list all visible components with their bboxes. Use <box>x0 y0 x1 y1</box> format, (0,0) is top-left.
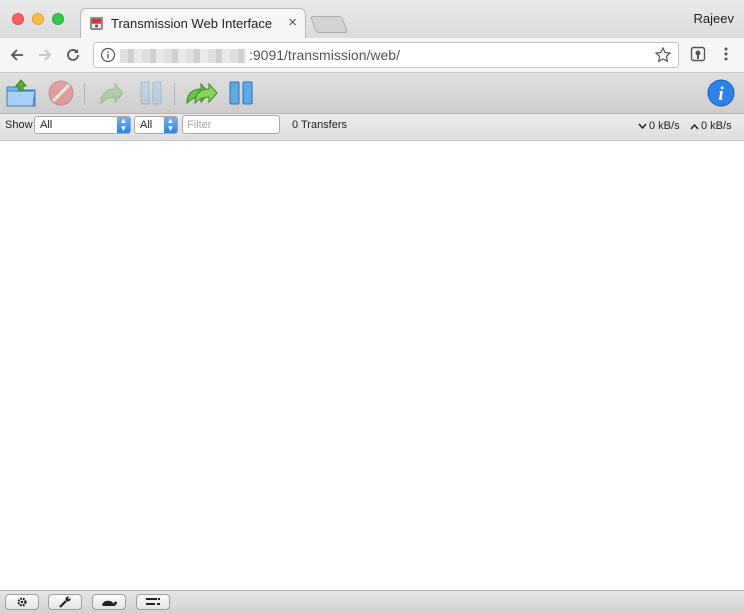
select-arrows-icon: ▲ ▼ <box>117 117 130 133</box>
show-label: Show <box>5 119 33 131</box>
transfers-count: 0 Transfers <box>292 119 348 131</box>
resume-button[interactable] <box>94 77 128 109</box>
filter-input[interactable] <box>182 115 280 134</box>
turtle-speed-button[interactable] <box>92 594 126 610</box>
upload-speed-value: 0 kB/s <box>701 120 732 132</box>
info-circle-icon: i <box>707 79 735 107</box>
toolbar-separator <box>84 83 85 105</box>
inspector-button[interactable]: i <box>704 77 738 109</box>
obscured-host <box>120 49 246 63</box>
tab-title: Transmission Web Interface <box>111 16 273 31</box>
reload-icon <box>67 49 79 61</box>
settings-button[interactable] <box>5 594 39 610</box>
forward-arrow-icon <box>39 49 52 61</box>
state-filter-value: All <box>40 119 53 131</box>
wrench-icon <box>59 596 71 608</box>
state-filter-select[interactable]: All ▲ ▼ <box>34 116 131 134</box>
info-icon[interactable] <box>100 47 116 63</box>
select-arrows-icon: ▲ ▼ <box>164 117 177 133</box>
tracker-filter-value: All <box>140 119 153 131</box>
turtle-icon <box>102 600 117 606</box>
compact-view-button[interactable] <box>136 594 170 610</box>
pause-button[interactable] <box>134 77 168 109</box>
tab-close-icon[interactable]: × <box>288 14 297 31</box>
upload-speed: 0 kB/s <box>690 120 732 132</box>
resume-all-button[interactable] <box>184 77 218 109</box>
window-minimize-button[interactable] <box>32 13 44 25</box>
reload-button[interactable] <box>62 44 84 66</box>
url-text: :9091/transmission/web/ <box>249 47 400 63</box>
transmission-toolbar: i <box>0 73 744 114</box>
window-close-button[interactable] <box>12 13 24 25</box>
extension-icon[interactable] <box>690 46 706 62</box>
profile-name[interactable]: Rajeev <box>694 11 734 26</box>
gear-icon <box>17 597 27 607</box>
window-zoom-button[interactable] <box>52 13 64 25</box>
tracker-filter-select[interactable]: All ▲ ▼ <box>134 116 178 134</box>
open-folder-icon <box>6 79 36 107</box>
pause-all-icon <box>229 81 253 105</box>
bookmark-star-icon[interactable] <box>654 46 672 64</box>
pause-all-button[interactable] <box>224 77 258 109</box>
address-bar[interactable]: :9091/transmission/web/ <box>93 42 679 68</box>
svg-text:i: i <box>718 84 724 105</box>
resume-all-icon <box>186 82 218 105</box>
remove-icon <box>48 80 74 106</box>
toolbar-separator <box>174 83 175 105</box>
pause-icon <box>140 81 162 105</box>
download-speed-value: 0 kB/s <box>649 120 680 132</box>
forward-button[interactable] <box>34 44 56 66</box>
open-torrent-button[interactable] <box>4 77 38 109</box>
download-speed: 0 kB/s <box>638 120 680 132</box>
bottom-bar <box>0 590 744 613</box>
filter-bar: Show All ▲▼ All ▲▼ 0 Transfers 0 kB/s 0 … <box>0 114 744 141</box>
preferences-button[interactable] <box>48 594 82 610</box>
tab-transmission[interactable]: Transmission Web Interface × <box>80 8 306 39</box>
back-arrow-icon <box>10 49 23 61</box>
new-tab-button[interactable] <box>309 16 349 33</box>
remove-torrent-button[interactable] <box>44 77 78 109</box>
browser-toolbar: :9091/transmission/web/ <box>0 38 744 73</box>
torrent-list <box>0 141 744 590</box>
list-view-icon <box>146 598 160 605</box>
chevron-up-icon <box>690 123 699 129</box>
resume-arrow-icon <box>100 82 124 105</box>
browser-titlebar: Transmission Web Interface × Rajeev <box>0 0 744 39</box>
chevron-down-icon <box>638 123 647 129</box>
kebab-menu-icon[interactable] <box>721 46 731 62</box>
back-button[interactable] <box>6 44 28 66</box>
transmission-favicon-icon <box>90 17 103 30</box>
